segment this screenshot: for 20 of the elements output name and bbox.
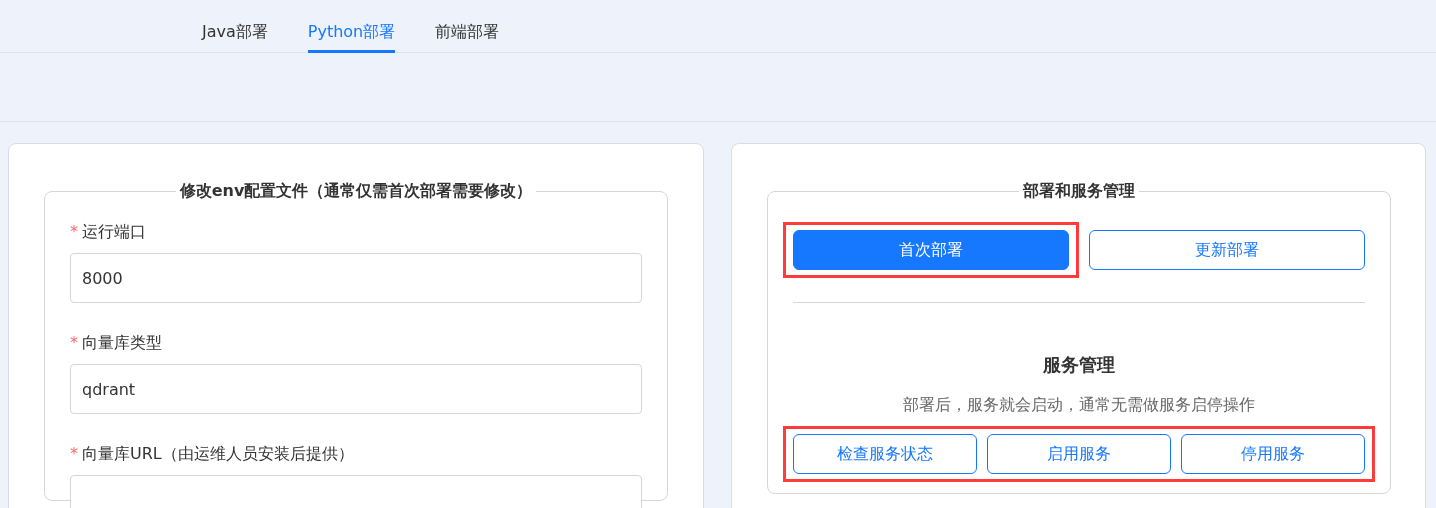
tab[interactable]: Python部署 bbox=[307, 0, 396, 53]
tab[interactable]: 前端部署 bbox=[435, 0, 500, 53]
section-description: 部署后，服务就会启动，通常无需做服务启停操作 bbox=[902, 395, 1256, 416]
field-label: 向量库URL（由运维人员安装后提供） bbox=[82, 444, 354, 465]
section-title: 服务管理 bbox=[1042, 353, 1116, 377]
tab[interactable]: Java部署 bbox=[202, 0, 268, 53]
service-button[interactable]: 停用服务 bbox=[1181, 434, 1365, 474]
service-button[interactable]: 检查服务状态 bbox=[793, 434, 977, 474]
required-mark: * bbox=[70, 333, 78, 354]
input-field[interactable]: qdrant bbox=[70, 364, 642, 414]
fieldset-legend: 修改env配置文件（通常仅需首次部署需要修改） bbox=[175, 181, 537, 202]
required-mark: * bbox=[70, 444, 78, 465]
deploy-button[interactable]: 更新部署 bbox=[1089, 230, 1365, 270]
field-label: 运行端口 bbox=[82, 222, 146, 243]
required-mark: * bbox=[70, 222, 78, 243]
field-label: 向量库类型 bbox=[82, 333, 162, 354]
fieldset-legend: 部署和服务管理 bbox=[1019, 181, 1139, 202]
input-field[interactable]: 8000 bbox=[70, 253, 642, 303]
service-button[interactable]: 启用服务 bbox=[987, 434, 1171, 474]
deploy-button[interactable]: 首次部署 bbox=[793, 230, 1069, 270]
